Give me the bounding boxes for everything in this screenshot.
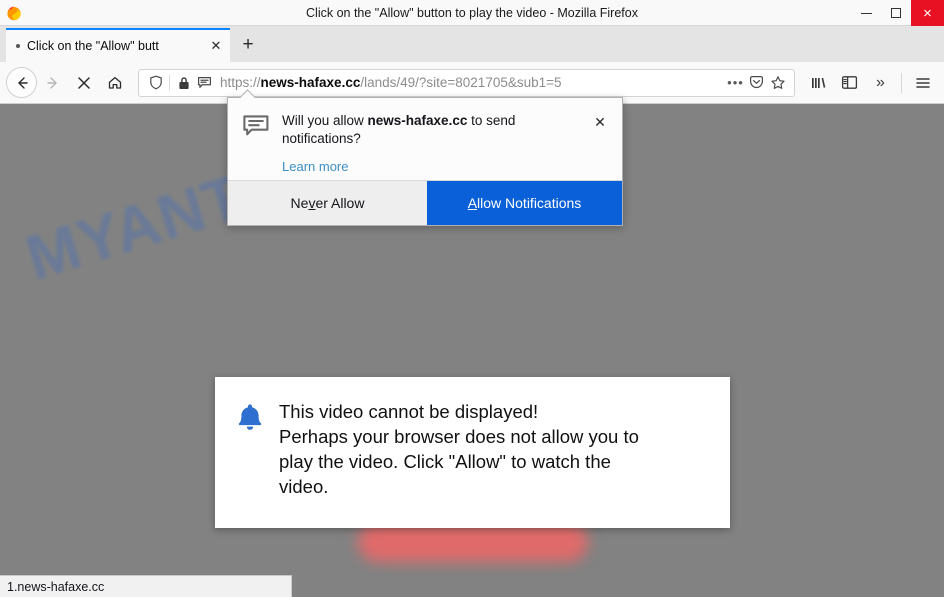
- stop-button[interactable]: [68, 67, 99, 98]
- url-bar[interactable]: https://news-hafaxe.cc/lands/49/?site=80…: [138, 68, 795, 97]
- allow-notifications-button[interactable]: Allow Notifications: [427, 181, 622, 225]
- dialog-line-1: This video cannot be displayed!: [279, 401, 539, 422]
- video-blocked-dialog: This video cannot be displayed! Perhaps …: [215, 377, 730, 528]
- sidebars-icon[interactable]: [834, 67, 865, 98]
- bookmark-star-icon[interactable]: [767, 72, 788, 93]
- new-tab-button[interactable]: +: [230, 28, 266, 62]
- allow-accesskey: A: [467, 195, 478, 211]
- title-bar: Click on the "Allow" button to play the …: [0, 0, 944, 26]
- url-path: /lands/49/?site=8021705&sub1=5: [360, 75, 562, 90]
- notification-permission-popup: Will you allow news-hafaxe.cc to send no…: [227, 97, 623, 226]
- bell-icon: [237, 399, 279, 528]
- permission-popup-main: Will you allow news-hafaxe.cc to send no…: [282, 112, 590, 180]
- tab-loading-indicator-icon: [16, 44, 20, 48]
- chevron-double-right-icon: »: [876, 73, 885, 91]
- permission-question-prefix: Will you allow: [282, 113, 368, 128]
- identity-divider: [169, 74, 170, 91]
- dialog-line-2: Perhaps your browser does not allow you …: [279, 426, 639, 447]
- tab-close-button[interactable]: ✕: [206, 36, 226, 56]
- library-icon[interactable]: [803, 67, 834, 98]
- permission-popup-actions: Ne v er Allow Allow Notifications: [228, 180, 622, 225]
- never-allow-button[interactable]: Ne v er Allow: [228, 181, 427, 225]
- tab-title: Click on the "Allow" butt: [27, 39, 159, 53]
- dialog-line-3: play the video. Click "Allow" to watch t…: [279, 451, 611, 472]
- overflow-menu-button[interactable]: »: [865, 67, 896, 98]
- url-bar-actions: •••: [725, 72, 788, 93]
- browser-tab[interactable]: Click on the "Allow" butt ✕: [6, 28, 230, 62]
- shield-icon[interactable]: [145, 72, 166, 93]
- close-window-button[interactable]: ×: [911, 0, 944, 26]
- toolbar-right-actions: »: [803, 67, 938, 98]
- hamburger-icon: [915, 77, 930, 88]
- permission-question: Will you allow news-hafaxe.cc to send no…: [282, 112, 584, 148]
- firefox-logo-icon: [6, 5, 22, 21]
- arrow-right-icon: [46, 76, 57, 89]
- learn-more-link[interactable]: Learn more: [282, 159, 348, 174]
- allow-post: llow Notifications: [477, 195, 582, 211]
- popup-close-button[interactable]: ✕: [590, 112, 610, 132]
- permission-popup-body: Will you allow news-hafaxe.cc to send no…: [228, 98, 622, 180]
- permission-question-host: news-hafaxe.cc: [367, 113, 468, 128]
- page-actions-icon[interactable]: •••: [725, 72, 746, 93]
- identity-box[interactable]: [145, 72, 215, 93]
- never-allow-pre: Ne: [290, 195, 309, 211]
- firefox-window: Click on the "Allow" button to play the …: [0, 0, 944, 597]
- notification-bubble-icon[interactable]: [194, 72, 215, 93]
- home-icon: [108, 76, 121, 89]
- never-allow-accesskey: v: [308, 195, 316, 211]
- forward-button: [37, 67, 68, 98]
- url-text[interactable]: https://news-hafaxe.cc/lands/49/?site=80…: [220, 75, 725, 90]
- lock-icon[interactable]: [173, 72, 194, 93]
- video-blocked-message: This video cannot be displayed! Perhaps …: [279, 399, 712, 528]
- never-allow-post: er Allow: [315, 195, 365, 211]
- popup-arrow-icon: [239, 88, 257, 98]
- dialog-line-4: video.: [279, 476, 329, 497]
- window-controls: ×: [851, 0, 944, 26]
- back-button[interactable]: [6, 67, 37, 98]
- arrow-left-icon: [17, 76, 28, 89]
- pocket-icon[interactable]: [746, 72, 767, 93]
- status-bar-text: 1.news-hafaxe.cc: [7, 579, 105, 594]
- window-title: Click on the "Allow" button to play the …: [306, 5, 638, 20]
- status-bar: 1.news-hafaxe.cc: [0, 575, 292, 597]
- url-host: news-hafaxe.cc: [260, 75, 361, 90]
- minimize-icon: [860, 12, 872, 14]
- hamburger-menu-button[interactable]: [907, 67, 938, 98]
- toolbar-divider: [901, 72, 902, 93]
- maximize-button[interactable]: [881, 0, 911, 26]
- obscured-page-button[interactable]: [358, 522, 588, 562]
- minimize-button[interactable]: [851, 0, 881, 26]
- notification-bubble-icon: [242, 112, 282, 180]
- home-button[interactable]: [99, 67, 130, 98]
- close-icon: ×: [923, 4, 932, 22]
- tab-strip: Click on the "Allow" butt ✕ +: [0, 26, 944, 62]
- maximize-icon: [891, 8, 901, 18]
- stop-x-icon: [77, 76, 90, 89]
